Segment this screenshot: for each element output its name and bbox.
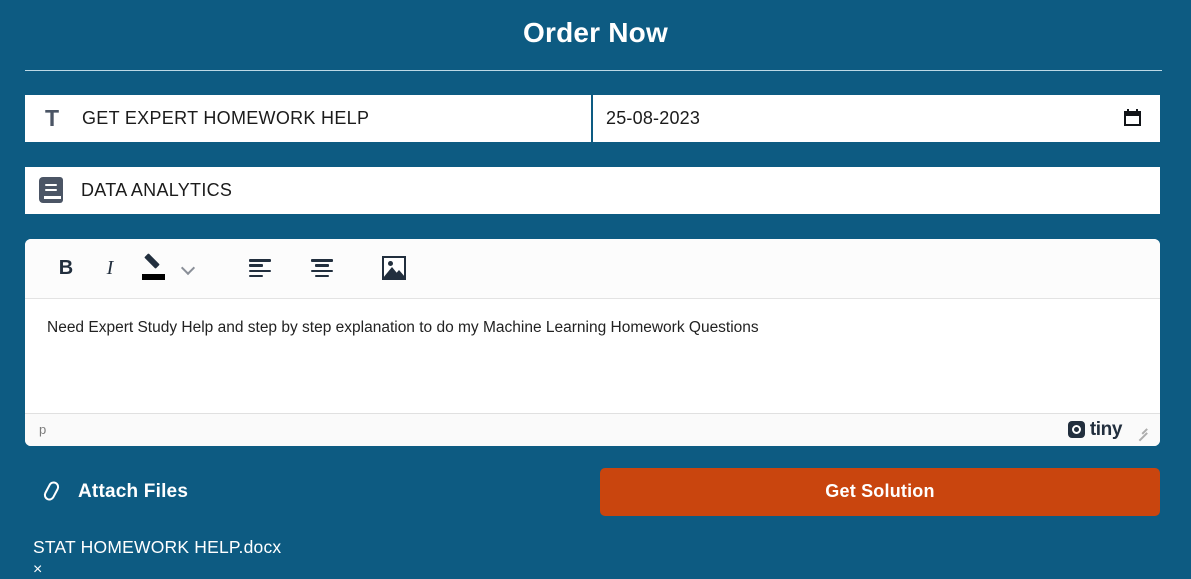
status-bar-right: tiny [1067,419,1148,442]
tinymce-branding[interactable]: tiny [1067,419,1123,441]
bold-button[interactable]: B [49,251,83,285]
book-icon [37,175,65,205]
align-left-icon [249,259,271,278]
title-field-value: GET EXPERT HOMEWORK HELP [82,107,370,128]
text-color-dropdown[interactable] [171,251,205,285]
header-divider [25,69,1162,71]
insert-image-button[interactable] [377,251,411,285]
paperclip-icon [42,480,64,504]
element-path[interactable]: p [39,422,46,437]
editor-content-area[interactable]: Need Expert Study Help and step by step … [25,298,1160,413]
title-field[interactable]: T GET EXPERT HOMEWORK HELP [25,94,593,142]
rich-text-editor: B I Need Expert Study Help and step by s… [25,238,1160,446]
align-center-button[interactable] [305,251,339,285]
text-color-button[interactable] [137,251,171,285]
attach-files-label: Attach Files [78,480,189,502]
chevron-down-icon [180,260,196,276]
actions-row: Attach Files Get Solution [25,467,1160,516]
remove-attachment-button[interactable]: × [33,562,49,578]
editor-toolbar: B I [25,238,1160,299]
tiny-logo-icon [1067,421,1085,439]
editor-paragraph: Need Expert Study Help and step by step … [47,318,759,336]
attachment-item: STAT HOMEWORK HELP.docx × [33,536,1191,578]
align-center-icon [311,259,333,278]
subject-field-value: DATA ANALYTICS [81,179,233,200]
date-field[interactable]: 25-08-2023 [593,95,1160,142]
title-date-row: T GET EXPERT HOMEWORK HELP 25-08-2023 [25,94,1160,142]
tiny-logo-label: tiny [1089,419,1123,441]
attachment-file-name: STAT HOMEWORK HELP.docx [33,536,282,557]
pen-icon [141,253,167,282]
text-title-icon: T [44,104,60,131]
date-field-value: 25-08-2023 [606,107,701,128]
page-header: Order Now [0,0,1191,71]
editor-status-bar: p tiny [25,412,1160,446]
editor-resize-handle[interactable] [1134,423,1148,442]
calendar-icon[interactable] [1124,108,1143,128]
image-icon [382,256,406,281]
italic-button[interactable]: I [93,251,127,285]
attach-files-button[interactable]: Attach Files [25,480,188,504]
align-left-button[interactable] [243,251,277,285]
subject-field[interactable]: DATA ANALYTICS [25,166,1160,214]
order-now-page: Order Now T GET EXPERT HOMEWORK HELP 25-… [0,0,1191,579]
page-title: Order Now [523,17,668,48]
get-solution-button[interactable]: Get Solution [600,467,1160,516]
